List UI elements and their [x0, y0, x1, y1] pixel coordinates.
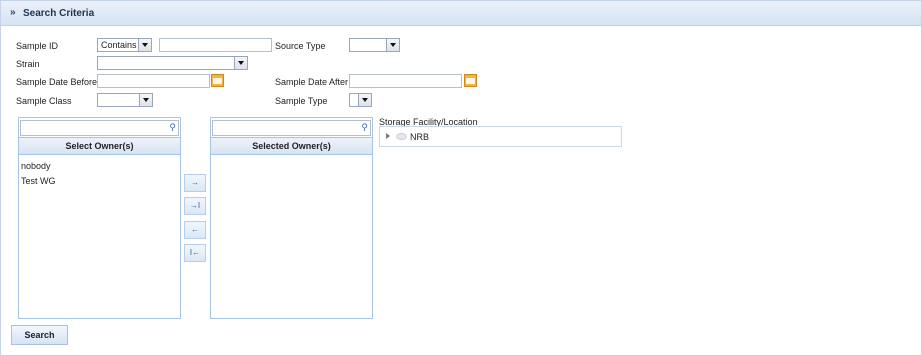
expand-arrow-icon[interactable] — [386, 133, 390, 139]
chevron-down-icon[interactable] — [358, 94, 371, 106]
strain-label: Strain — [16, 59, 40, 69]
move-all-left-button[interactable]: I← — [184, 244, 206, 262]
search-icon[interactable]: ⚲ — [361, 122, 368, 133]
calendar-icon[interactable] — [464, 74, 477, 87]
chevron-down-icon[interactable] — [138, 39, 151, 51]
chevron-down-icon[interactable] — [234, 57, 247, 69]
chevron-down-icon[interactable] — [139, 94, 152, 106]
panel-title: Search Criteria — [23, 8, 95, 19]
selected-owners-header: Selected Owner(s) — [211, 137, 372, 155]
sample-class-select[interactable] — [97, 93, 153, 107]
available-owners-search-input[interactable]: ⚲ — [20, 120, 179, 136]
available-owners-listbox[interactable]: ⚲ Select Owner(s) nobody Test WG — [18, 117, 181, 319]
source-type-label: Source Type — [275, 41, 326, 51]
sample-class-label: Sample Class — [16, 96, 72, 106]
selected-owners-listbox[interactable]: ⚲ Selected Owner(s) — [210, 117, 373, 319]
list-item[interactable]: Test WG — [21, 176, 56, 186]
selected-owners-search-input[interactable]: ⚲ — [212, 120, 371, 136]
storage-tree: NRB — [379, 126, 622, 147]
search-button[interactable]: Search — [11, 325, 68, 345]
sample-id-label: Sample ID — [16, 41, 59, 51]
move-all-right-button[interactable]: →I — [184, 197, 206, 215]
chevron-down-icon[interactable] — [386, 39, 399, 51]
list-item[interactable]: nobody — [21, 161, 51, 171]
double-chevron-down-icon[interactable]: » — [10, 7, 16, 18]
sample-date-after-input[interactable] — [349, 74, 462, 88]
sample-id-operator-value: Contains — [101, 40, 137, 50]
sample-date-before-input[interactable] — [97, 74, 210, 88]
sample-date-before-label: Sample Date Before — [16, 77, 98, 87]
source-type-select[interactable] — [349, 38, 400, 52]
sample-type-label: Sample Type — [275, 96, 328, 106]
sample-id-input[interactable] — [159, 38, 272, 52]
location-node-icon — [396, 133, 407, 140]
sample-type-select[interactable] — [349, 93, 372, 107]
sample-id-operator-select[interactable]: Contains — [97, 38, 152, 52]
move-right-button[interactable]: → — [184, 174, 206, 192]
available-owners-header: Select Owner(s) — [19, 137, 180, 155]
sample-date-after-label: Sample Date After — [275, 77, 349, 87]
calendar-icon[interactable] — [211, 74, 224, 87]
move-left-button[interactable]: ← — [184, 221, 206, 239]
tree-node-label[interactable]: NRB — [410, 132, 429, 142]
panel-header[interactable]: » Search Criteria — [1, 1, 921, 26]
search-icon[interactable]: ⚲ — [169, 122, 176, 133]
strain-select[interactable] — [97, 56, 248, 70]
